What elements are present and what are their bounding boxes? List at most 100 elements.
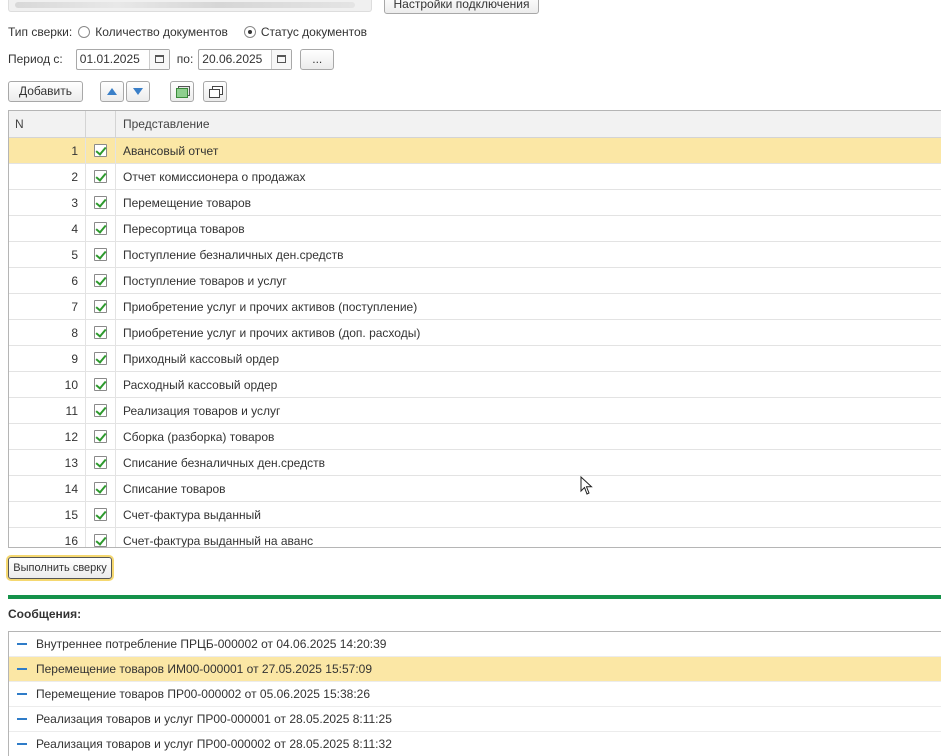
dash-icon xyxy=(17,718,27,720)
row-name: Счет-фактура выданный xyxy=(123,507,261,522)
row-checkbox[interactable] xyxy=(94,352,107,365)
table-row[interactable]: 14 Списание товаров xyxy=(9,476,941,502)
table-row[interactable]: 6 Поступление товаров и услуг xyxy=(9,268,941,294)
table-row[interactable]: 9 Приходный кассовый ордер xyxy=(9,346,941,372)
table-row[interactable]: 13 Списание безналичных ден.средств xyxy=(9,450,941,476)
period-from-value[interactable]: 01.01.2025 xyxy=(77,52,149,66)
period-from-field[interactable]: 01.01.2025 xyxy=(75,48,170,70)
row-number: 15 xyxy=(9,502,86,527)
table-row[interactable]: 1 Авансовый отчет xyxy=(9,138,941,164)
period-to-value[interactable]: 20.06.2025 xyxy=(199,52,271,66)
row-checkbox[interactable] xyxy=(94,482,107,495)
row-check-cell xyxy=(86,424,116,449)
row-checkbox[interactable] xyxy=(94,430,107,443)
row-checkbox[interactable] xyxy=(94,222,107,235)
row-check-cell xyxy=(86,164,116,189)
row-checkbox[interactable] xyxy=(94,404,107,417)
copy-button[interactable] xyxy=(203,80,227,102)
table-row[interactable]: 7 Приобретение услуг и прочих активов (по… xyxy=(9,294,941,320)
message-item[interactable]: Реализация товаров и услуг ПР00-000002 о… xyxy=(9,732,941,756)
table-body: 1 Авансовый отчет 2 Отчет комиссионера о пр… xyxy=(9,138,941,547)
row-check-cell xyxy=(86,216,116,241)
dash-icon xyxy=(17,743,27,745)
move-down-button[interactable] xyxy=(126,80,150,102)
row-checkbox[interactable] xyxy=(94,534,107,547)
table-row[interactable]: 11 Реализация товаров и услуг xyxy=(9,398,941,424)
message-item[interactable]: Перемещение товаров ПР00-000002 от 05.06… xyxy=(9,682,941,707)
radio-count-documents[interactable] xyxy=(78,26,91,38)
row-check-cell xyxy=(86,346,116,371)
section-divider xyxy=(8,595,941,599)
calendar-icon xyxy=(277,55,287,63)
radio-status-documents[interactable] xyxy=(243,26,256,38)
period-select-button[interactable]: ... xyxy=(300,48,335,70)
row-name: Поступление товаров и услуг xyxy=(123,273,287,288)
row-name: Расходный кассовый ордер xyxy=(123,377,278,392)
row-number: 16 xyxy=(9,528,86,547)
move-up-button[interactable] xyxy=(100,80,124,102)
period-group: Период с: 01.01.2025 по: 20.06.2025 ... xyxy=(8,48,335,70)
row-checkbox[interactable] xyxy=(94,326,107,339)
period-from-label: Период с: xyxy=(8,52,63,66)
table-row[interactable]: 12 Сборка (разборка) товаров xyxy=(9,424,941,450)
table-row[interactable]: 15 Счет-фактура выданный xyxy=(9,502,941,528)
row-name: Поступление безналичных ден.средств xyxy=(123,247,344,262)
row-check-cell xyxy=(86,528,116,547)
message-item[interactable]: Внутреннее потребление ПРЦБ-000002 от 04… xyxy=(9,632,941,657)
column-header-name[interactable]: Представление xyxy=(116,111,941,137)
row-number: 12 xyxy=(9,424,86,449)
reconcile-type-group: Тип сверки: Количество документов Статус… xyxy=(8,24,367,40)
table-row[interactable]: 8 Приобретение услуг и прочих активов (до… xyxy=(9,320,941,346)
row-number: 3 xyxy=(9,190,86,215)
row-checkbox[interactable] xyxy=(94,248,107,261)
redacted-text xyxy=(15,2,355,8)
calendar-to-button[interactable] xyxy=(271,49,292,69)
row-checkbox[interactable] xyxy=(94,196,107,209)
radio-status-documents-label[interactable]: Статус документов xyxy=(261,25,367,39)
message-text: Внутреннее потребление ПРЦБ-000002 от 04… xyxy=(36,637,387,651)
row-number: 9 xyxy=(9,346,86,371)
period-to-label: по: xyxy=(176,52,194,66)
table-row[interactable]: 16 Счет-фактура выданный на аванс xyxy=(9,528,941,547)
message-item[interactable]: Реализация товаров и услуг ПР00-000001 о… xyxy=(9,707,941,732)
row-name: Перемещение товаров xyxy=(123,195,251,210)
message-item[interactable]: Перемещение товаров ИМ00-000001 от 27.05… xyxy=(9,657,941,682)
radio-count-documents-label[interactable]: Количество документов xyxy=(95,25,228,39)
table-row[interactable]: 2 Отчет комиссионера о продажах xyxy=(9,164,941,190)
row-name: Пересортица товаров xyxy=(123,221,245,236)
messages-list: Внутреннее потребление ПРЦБ-000002 от 04… xyxy=(8,631,941,756)
row-check-cell xyxy=(86,372,116,397)
check-all-button[interactable] xyxy=(170,80,194,102)
run-reconcile-button[interactable]: Выполнить сверку xyxy=(8,557,112,579)
connection-settings-button[interactable]: Настройки подключения xyxy=(384,0,539,14)
period-to-field[interactable]: 20.06.2025 xyxy=(198,48,293,70)
row-check-cell xyxy=(86,138,116,163)
table-row[interactable]: 10 Расходный кассовый ордер xyxy=(9,372,941,398)
row-name: Сборка (разборка) товаров xyxy=(123,429,275,444)
row-checkbox[interactable] xyxy=(94,300,107,313)
row-checkbox[interactable] xyxy=(94,378,107,391)
row-checkbox[interactable] xyxy=(94,456,107,469)
table-row[interactable]: 3 Перемещение товаров xyxy=(9,190,941,216)
dash-icon xyxy=(17,643,27,645)
calendar-from-button[interactable] xyxy=(148,49,169,69)
check-all-icon xyxy=(175,85,190,98)
column-header-n[interactable]: N xyxy=(9,111,86,137)
row-checkbox[interactable] xyxy=(94,144,107,157)
table-row[interactable]: 5 Поступление безналичных ден.средств xyxy=(9,242,941,268)
table-row[interactable]: 4 Пересортица товаров xyxy=(9,216,941,242)
row-number: 4 xyxy=(9,216,86,241)
connection-string-field[interactable] xyxy=(8,0,372,12)
row-checkbox[interactable] xyxy=(94,170,107,183)
row-checkbox[interactable] xyxy=(94,508,107,521)
row-checkbox[interactable] xyxy=(94,274,107,287)
arrow-up-icon xyxy=(107,87,117,95)
row-number: 11 xyxy=(9,398,86,423)
message-text: Реализация товаров и услуг ПР00-000001 о… xyxy=(36,712,392,726)
reconcile-type-label: Тип сверки: xyxy=(8,25,73,39)
add-button[interactable]: Добавить xyxy=(8,80,83,102)
row-number: 6 xyxy=(9,268,86,293)
dash-icon xyxy=(17,693,27,695)
documents-table: N Представление 1 Авансовый отчет 2 Отчет к… xyxy=(8,110,941,548)
column-header-check[interactable] xyxy=(86,111,116,137)
